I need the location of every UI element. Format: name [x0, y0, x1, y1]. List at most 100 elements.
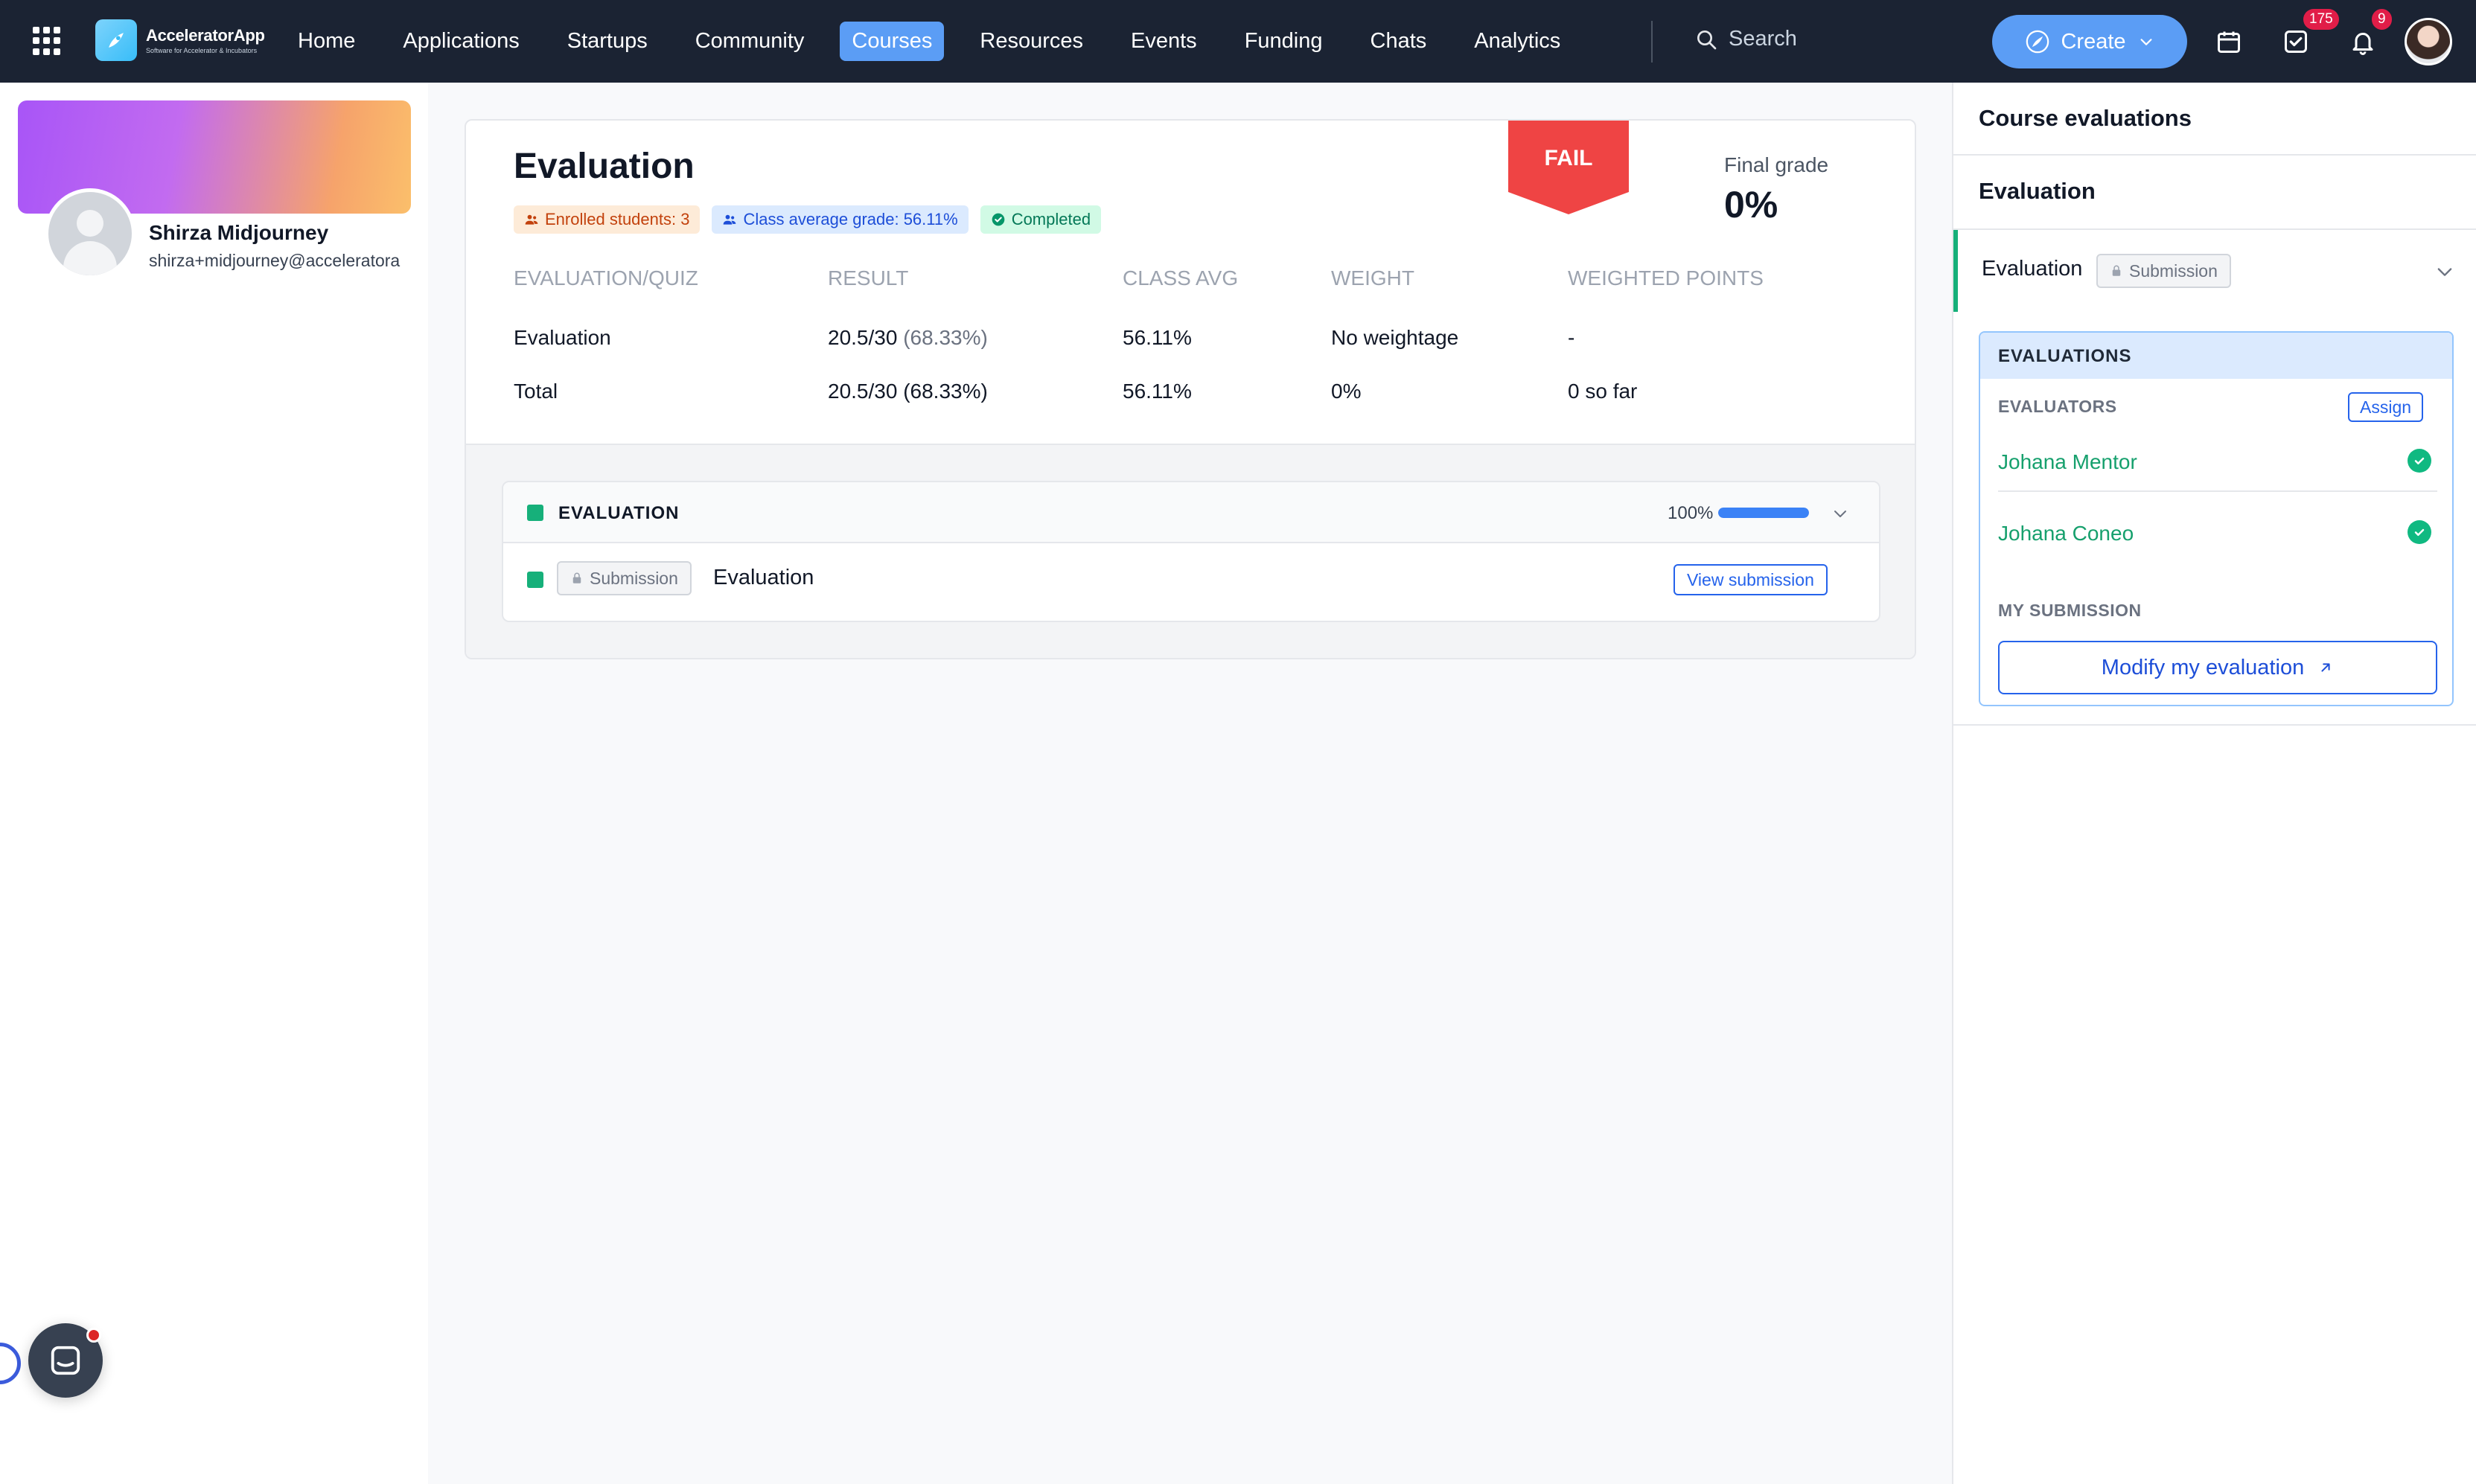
create-button[interactable]: Create	[1992, 15, 2187, 68]
nav-item-home[interactable]: Home	[286, 22, 367, 61]
brand-subtitle: Software for Accelerator & Incubators	[146, 47, 258, 54]
evaluator-name[interactable]: Johana Coneo	[1998, 522, 2134, 546]
table-row: Evaluation 20.5/30 (68.33%) 56.11% No we…	[514, 326, 1869, 356]
create-button-label: Create	[2061, 29, 2126, 54]
rocket-logo-icon	[95, 19, 137, 61]
apps-grid-icon[interactable]	[33, 27, 61, 55]
submission-type-pill: Submission	[2096, 254, 2231, 288]
final-grade-value: 0%	[1724, 184, 1778, 226]
section-progress-bar	[1718, 508, 1809, 518]
profile-name: Shirza Midjourney	[149, 221, 329, 244]
chat-notification-dot	[86, 1328, 101, 1343]
column-header: WEIGHT	[1331, 266, 1414, 290]
search-placeholder: Search	[1729, 27, 1797, 51]
tasks-count-badge: 175	[2303, 9, 2339, 30]
section-color-marker	[527, 505, 543, 521]
nav-item-community[interactable]: Community	[683, 22, 817, 61]
row-weighted-points: 0 so far	[1568, 380, 1638, 403]
evaluators-label: EVALUATORS	[1998, 397, 2117, 416]
item-color-marker	[527, 572, 543, 588]
class-average-tag: Class average grade: 56.11%	[712, 205, 969, 234]
grades-table-header: EVALUATION/QUIZ RESULT CLASS AVG WEIGHT …	[514, 266, 1869, 296]
search-icon	[1697, 30, 1717, 49]
main-nav: Home Applications Startups Community Cou…	[286, 0, 1596, 83]
column-header: CLASS AVG	[1123, 266, 1239, 290]
notifications-count-badge: 9	[2372, 9, 2392, 30]
profile-avatar	[45, 188, 135, 279]
search-box[interactable]: Search	[1694, 27, 1797, 51]
nav-divider	[1651, 21, 1653, 63]
evaluation-section-area: EVALUATION 100% Submission Evaluation Vi…	[466, 444, 1915, 658]
evaluations-header: EVALUATIONS	[1980, 333, 2452, 379]
assign-button[interactable]: Assign	[2348, 392, 2424, 422]
check-circle-icon	[2408, 449, 2431, 473]
profile-email: shirza+midjourney@acceleratora	[149, 251, 401, 270]
lock-icon	[572, 572, 581, 583]
panel-subtitle: Evaluation	[1979, 178, 2096, 204]
evaluation-card: Evaluation Enrolled students: 3 Class av…	[465, 119, 1916, 659]
nav-item-courses[interactable]: Courses	[840, 22, 945, 61]
calendar-icon[interactable]	[2212, 25, 2245, 58]
section-progress-text: 100%	[1668, 503, 1714, 523]
evaluator-name[interactable]: Johana Mentor	[1998, 450, 2137, 474]
nav-item-resources[interactable]: Resources	[968, 22, 1095, 61]
nav-item-analytics[interactable]: Analytics	[1462, 22, 1572, 61]
tasks-check-icon[interactable]	[2279, 25, 2312, 58]
status-badge: Completed	[980, 205, 1102, 234]
rocket-icon	[2026, 30, 2049, 54]
check-circle-icon	[992, 213, 1005, 226]
row-name: Evaluation	[514, 326, 611, 349]
nav-item-startups[interactable]: Startups	[555, 22, 660, 61]
top-navigation-bar: AcceleratorApp Software for Accelerator …	[0, 0, 2476, 83]
nav-item-chats[interactable]: Chats	[1359, 22, 1439, 61]
profile-sidebar: Shirza Midjourney shirza+midjourney@acce…	[0, 83, 428, 1484]
row-weighted-points: -	[1568, 326, 1575, 349]
column-header: WEIGHTED POINTS	[1568, 266, 1764, 290]
fail-ribbon: FAIL	[1508, 121, 1629, 214]
evaluator-item[interactable]: Johana Coneo	[1998, 504, 2437, 563]
nav-item-applications[interactable]: Applications	[391, 22, 531, 61]
evaluation-section: EVALUATION 100% Submission Evaluation Vi…	[502, 481, 1880, 622]
final-grade-label: Final grade	[1724, 153, 1829, 176]
panel-title: Course evaluations	[1979, 105, 2192, 131]
user-avatar[interactable]	[2405, 18, 2452, 65]
evaluation-item-name: Evaluation	[713, 566, 814, 589]
nav-item-events[interactable]: Events	[1119, 22, 1209, 61]
evaluation-section-header[interactable]: EVALUATION 100%	[503, 482, 1879, 543]
section-title: EVALUATION	[558, 503, 680, 523]
my-submission-label: MY SUBMISSION	[1998, 601, 2142, 620]
enrolled-students-tag: Enrolled students: 3	[514, 205, 701, 234]
users-icon	[724, 214, 736, 225]
external-link-arrow-icon	[2321, 663, 2330, 672]
row-name: Total	[514, 380, 558, 403]
row-class-avg: 56.11%	[1123, 326, 1192, 349]
view-submission-button[interactable]: View submission	[1673, 564, 1828, 595]
chevron-down-icon	[2140, 39, 2152, 45]
row-result: 20.5/30 (68.33%)	[828, 380, 988, 403]
row-result: 20.5/30 (68.33%)	[828, 326, 988, 349]
progress-fill	[1718, 508, 1809, 518]
submission-type-pill: Submission	[557, 561, 692, 595]
chat-icon	[51, 1346, 80, 1375]
users-icon	[525, 214, 538, 225]
chevron-down-icon[interactable]	[2434, 261, 2455, 282]
fail-label: FAIL	[1544, 146, 1593, 170]
evaluation-list-item[interactable]: Evaluation Submission	[1953, 230, 2476, 312]
row-weight: 0%	[1331, 380, 1362, 403]
row-class-avg: 56.11%	[1123, 380, 1192, 403]
evaluation-tags: Enrolled students: 3 Class average grade…	[514, 205, 1113, 234]
evaluator-item[interactable]: Johana Mentor	[1998, 432, 2437, 492]
bell-icon[interactable]	[2346, 25, 2379, 58]
evaluations-box: EVALUATIONS EVALUATORS Assign Johana Men…	[1979, 331, 2454, 706]
check-circle-icon	[2408, 520, 2431, 544]
column-header: EVALUATION/QUIZ	[514, 266, 698, 290]
nav-item-funding[interactable]: Funding	[1233, 22, 1335, 61]
brand-logo[interactable]: AcceleratorApp Software for Accelerator …	[95, 19, 265, 61]
modify-evaluation-button[interactable]: Modify my evaluation	[1998, 641, 2437, 694]
evaluation-item-label: Evaluation	[1982, 257, 2083, 281]
brand-title: AcceleratorApp	[146, 26, 265, 45]
lock-icon	[2112, 265, 2121, 276]
row-weight: No weightage	[1331, 326, 1459, 349]
chevron-down-icon[interactable]	[1831, 505, 1849, 522]
page-title: Evaluation	[514, 147, 695, 186]
